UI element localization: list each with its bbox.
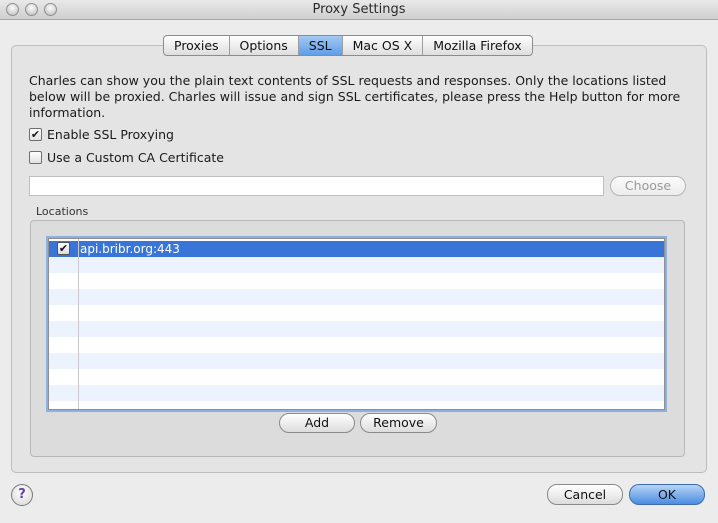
- table-row-empty: [49, 353, 664, 369]
- table-row-empty: [49, 385, 664, 401]
- locations-label: Locations: [36, 205, 89, 218]
- tab-ssl[interactable]: SSL: [298, 36, 343, 55]
- location-enabled-checkbox[interactable]: ✔: [57, 242, 70, 255]
- ssl-description: Charles can show you the plain text cont…: [29, 73, 681, 120]
- choose-button[interactable]: Choose: [610, 176, 686, 196]
- help-icon: ?: [18, 487, 26, 502]
- table-row-empty: [49, 305, 664, 321]
- cancel-button[interactable]: Cancel: [547, 484, 623, 505]
- title-bar: Proxy Settings: [0, 0, 718, 20]
- table-row-empty: [49, 369, 664, 385]
- tab-options[interactable]: Options: [230, 36, 299, 55]
- tab-mozilla-firefox[interactable]: Mozilla Firefox: [423, 36, 531, 55]
- custom-ca-label: Use a Custom CA Certificate: [47, 150, 225, 165]
- table-row-empty: [49, 289, 664, 305]
- checkmark-icon: ✔: [30, 128, 41, 141]
- window-title: Proxy Settings: [312, 2, 406, 17]
- table-row-empty: [49, 321, 664, 337]
- enable-ssl-proxying-checkbox[interactable]: ✔: [29, 128, 42, 141]
- remove-location-button[interactable]: Remove: [360, 413, 437, 433]
- tab-bar: Proxies Options SSL Mac OS X Mozilla Fir…: [163, 35, 533, 56]
- table-row[interactable]: ✔ api.bribr.org:443: [49, 241, 664, 257]
- tab-mac-os-x[interactable]: Mac OS X: [343, 36, 424, 55]
- add-location-button[interactable]: Add: [279, 413, 355, 433]
- ca-certificate-path-input[interactable]: [29, 176, 604, 196]
- table-row-empty: [49, 337, 664, 353]
- table-row-empty: [49, 257, 664, 273]
- custom-ca-checkbox[interactable]: [29, 151, 42, 164]
- help-button[interactable]: ?: [11, 484, 33, 506]
- ok-button[interactable]: OK: [629, 484, 705, 505]
- checkmark-icon: ✔: [58, 242, 69, 255]
- enable-ssl-proxying-label: Enable SSL Proxying: [47, 127, 174, 142]
- location-value: api.bribr.org:443: [80, 242, 180, 256]
- column-divider: [78, 239, 79, 409]
- locations-table[interactable]: ✔ api.bribr.org:443: [48, 238, 665, 410]
- tab-proxies[interactable]: Proxies: [164, 36, 230, 55]
- table-row-empty: [49, 401, 664, 409]
- table-row-empty: [49, 273, 664, 289]
